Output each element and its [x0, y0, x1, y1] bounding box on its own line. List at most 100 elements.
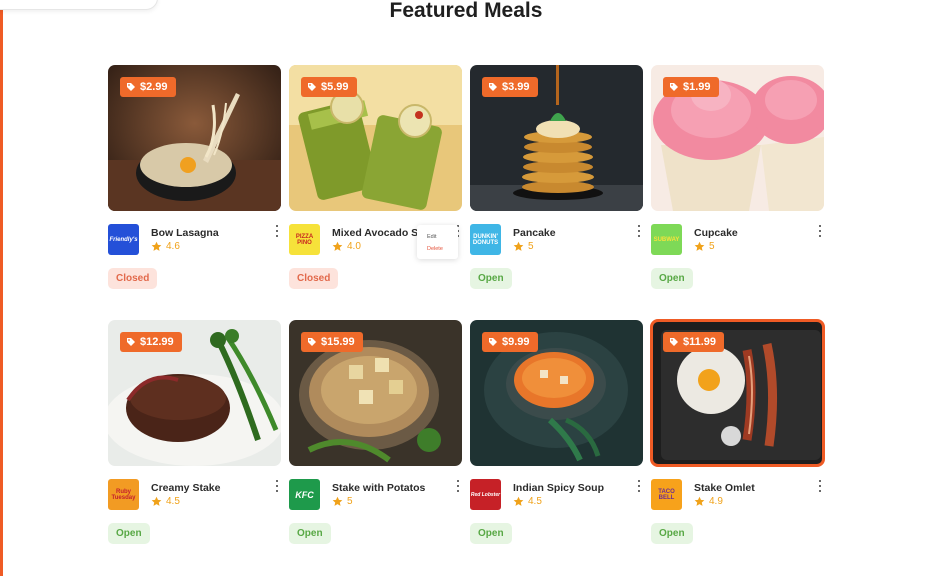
meal-name: Stake Omlet [694, 482, 755, 494]
edit-menu-item[interactable]: Edit [427, 231, 458, 243]
more-options-icon[interactable] [273, 479, 281, 493]
status-badge: Closed [289, 268, 339, 289]
rating: 4.0 [332, 241, 361, 252]
tag-icon [489, 83, 497, 91]
tag-icon [489, 338, 497, 346]
meal-name: Bow Lasagna [151, 227, 219, 239]
meal-image[interactable]: $2.99 [108, 65, 281, 211]
tag-icon [670, 83, 678, 91]
meal-name: Creamy Stake [151, 482, 221, 494]
rating: 4.5 [151, 496, 180, 507]
status-badge: Open [651, 268, 693, 289]
star-icon [513, 496, 524, 506]
status-badge: Open [470, 268, 512, 289]
price-label: $2.99 [140, 81, 168, 93]
price-label: $1.99 [683, 81, 711, 93]
restaurant-logo: DUNKIN' DONUTS [470, 224, 501, 255]
rating: 5 [513, 241, 534, 252]
price-label: $15.99 [321, 336, 355, 348]
tag-icon [670, 338, 678, 346]
rating-value: 5 [347, 496, 353, 507]
rating-value: 4.9 [709, 496, 723, 507]
page-title: Featured Meals [389, 0, 543, 22]
price-tag: $11.99 [663, 332, 725, 352]
rating-value: 4.5 [166, 496, 180, 507]
status-badge: Open [108, 523, 150, 544]
restaurant-logo: KFC [289, 479, 320, 510]
context-menu: Edit Delete [417, 225, 458, 259]
tag-icon [127, 338, 135, 346]
status-badge: Closed [108, 268, 158, 289]
star-icon [151, 241, 162, 251]
restaurant-logo: Ruby Tuesday [108, 479, 139, 510]
rating: 5 [694, 241, 715, 252]
price-tag: $2.99 [120, 77, 176, 97]
star-icon [332, 241, 343, 251]
tag-icon [308, 83, 316, 91]
meal-card[interactable]: $5.99 PIZZA PINO Mixed Avocado Smoothie … [289, 65, 462, 296]
more-options-icon[interactable] [635, 479, 643, 493]
more-options-icon[interactable] [273, 224, 281, 238]
more-options-icon[interactable] [635, 224, 643, 238]
price-tag: $15.99 [301, 332, 363, 352]
meal-card[interactable]: $3.99 DUNKIN' DONUTS Pancake 5 Open [470, 65, 643, 296]
restaurant-logo: PIZZA PINO [289, 224, 320, 255]
meal-card[interactable]: $12.99 Ruby Tuesday Creamy Stake 4.5 Ope… [108, 320, 281, 551]
star-icon [151, 496, 162, 506]
tag-icon [127, 83, 135, 91]
status-badge: Open [470, 523, 512, 544]
restaurant-logo: SUBWAY [651, 224, 682, 255]
price-label: $12.99 [140, 336, 174, 348]
price-tag: $9.99 [482, 332, 538, 352]
meal-image[interactable]: $9.99 [470, 320, 643, 466]
meal-image[interactable]: $1.99 [651, 65, 824, 211]
meal-card[interactable]: $11.99 TACO BELL Stake Omlet 4.9 Open [650, 319, 825, 551]
star-icon [694, 241, 705, 251]
rating-value: 4.0 [347, 241, 361, 252]
restaurant-logo: Friendly's [108, 224, 139, 255]
more-options-icon[interactable] [816, 479, 824, 493]
status-badge: Open [651, 523, 693, 544]
star-icon [332, 496, 343, 506]
price-label: $5.99 [321, 81, 349, 93]
meal-name: Stake with Potatos [332, 482, 426, 494]
price-tag: $5.99 [301, 77, 357, 97]
price-tag: $3.99 [482, 77, 538, 97]
star-icon [694, 496, 705, 506]
tag-icon [308, 338, 316, 346]
rating: 4.6 [151, 241, 180, 252]
meal-image[interactable]: $3.99 [470, 65, 643, 211]
meal-image[interactable]: $5.99 [289, 65, 462, 211]
meal-name: Pancake [513, 227, 556, 239]
price-label: $3.99 [502, 81, 530, 93]
rating-value: 5 [709, 241, 715, 252]
rating-value: 4.5 [528, 496, 542, 507]
star-icon [513, 241, 524, 251]
rating: 5 [332, 496, 353, 507]
rating-value: 5 [528, 241, 534, 252]
left-accent-bar [0, 0, 3, 576]
meal-name: Cupcake [694, 227, 738, 239]
meal-image[interactable]: $12.99 [108, 320, 281, 466]
more-options-icon[interactable] [454, 479, 462, 493]
meal-image[interactable]: $11.99 [650, 319, 825, 467]
restaurant-logo: TACO BELL [651, 479, 682, 510]
rating-value: 4.6 [166, 241, 180, 252]
meal-image[interactable]: $15.99 [289, 320, 462, 466]
more-options-icon[interactable] [816, 224, 824, 238]
rating: 4.5 [513, 496, 542, 507]
restaurant-logo: Red Lobster [470, 479, 501, 510]
meal-card[interactable]: $15.99 KFC Stake with Potatos 5 Open [289, 320, 462, 551]
meal-card[interactable]: $1.99 SUBWAY Cupcake 5 Open [651, 65, 824, 296]
price-label: $11.99 [683, 336, 717, 348]
meal-card[interactable]: $2.99 Friendly's Bow Lasagna 4.6 Closed [108, 65, 281, 296]
meal-grid: $2.99 Friendly's Bow Lasagna 4.6 Closed [108, 65, 825, 551]
delete-menu-item[interactable]: Delete [427, 243, 458, 255]
meal-name: Indian Spicy Soup [513, 482, 605, 494]
price-label: $9.99 [502, 336, 530, 348]
price-tag: $1.99 [663, 77, 719, 97]
price-tag: $12.99 [120, 332, 182, 352]
rating: 4.9 [694, 496, 723, 507]
meal-card[interactable]: $9.99 Red Lobster Indian Spicy Soup 4.5 … [470, 320, 643, 551]
status-badge: Open [289, 523, 331, 544]
